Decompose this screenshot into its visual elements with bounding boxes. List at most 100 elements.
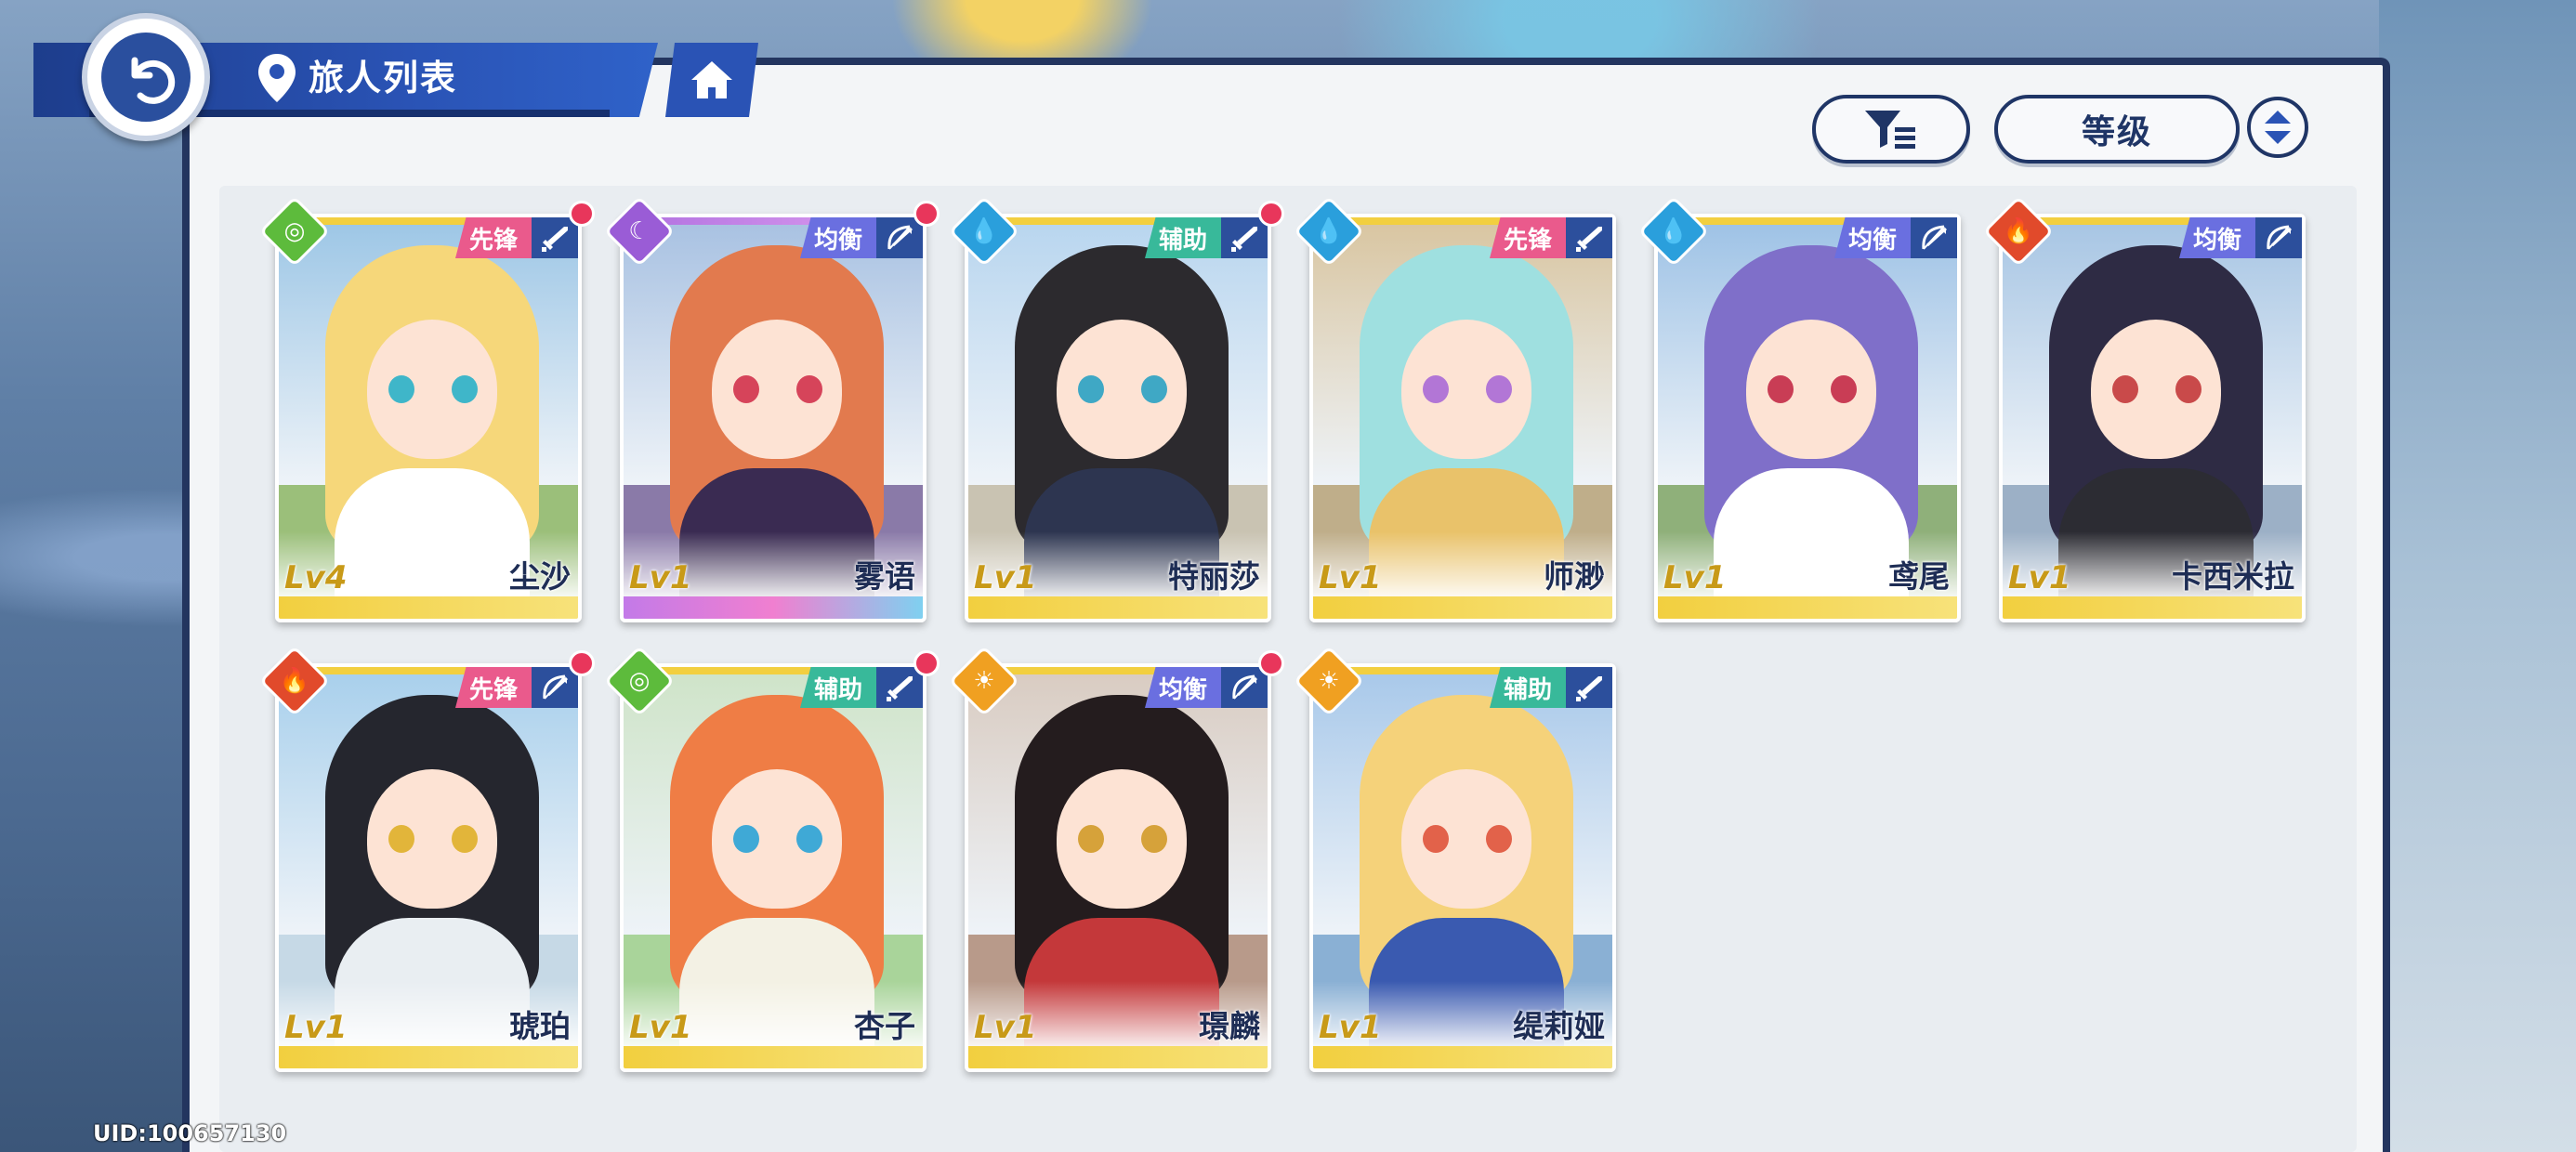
character-name: 杏子 — [854, 1008, 915, 1044]
character-name: 尘沙 — [509, 558, 571, 595]
sword-icon — [532, 217, 578, 258]
character-name: 璟麟 — [1199, 1008, 1260, 1044]
card-bottom-band — [968, 1046, 1268, 1068]
wind-element-icon: ◎ — [628, 667, 651, 695]
character-level: Lv1 — [629, 559, 692, 596]
role-badge: 先锋 — [455, 217, 532, 258]
portrait-eye — [1768, 375, 1794, 403]
portrait-eye — [452, 825, 478, 853]
portrait-eye — [796, 825, 822, 853]
wind-element-icon: ◎ — [283, 217, 306, 245]
portrait-eye — [733, 825, 759, 853]
role-badge: 均衡 — [1834, 217, 1911, 258]
portrait-face — [1057, 769, 1187, 909]
filter-icon — [1865, 111, 1915, 149]
sword-icon — [1566, 217, 1612, 258]
portrait-eye — [1141, 375, 1167, 403]
back-arrow-icon — [101, 33, 191, 122]
portrait-face — [367, 320, 497, 459]
notification-dot — [1258, 650, 1284, 676]
role-badge: 辅助 — [800, 667, 876, 708]
character-card[interactable]: Lv1 琥珀 🔥 先锋 — [258, 645, 595, 1072]
bow-icon — [1221, 667, 1268, 708]
character-card[interactable]: Lv1 缇莉娅 ☀ 辅助 — [1293, 645, 1616, 1072]
character-card[interactable]: Lv1 鸢尾 💧 均衡 — [1637, 195, 1961, 622]
light-element-icon: ☀ — [1318, 667, 1340, 695]
character-name: 琥珀 — [509, 1008, 571, 1044]
card-bottom-band — [624, 1046, 923, 1068]
portrait-eye — [796, 375, 822, 403]
portrait-face — [1746, 320, 1876, 459]
bow-icon — [532, 667, 578, 708]
portrait-eye — [2112, 375, 2138, 403]
character-level: Lv1 — [1663, 559, 1727, 596]
character-card[interactable]: Lv1 璟麟 ☀ 均衡 — [948, 645, 1284, 1072]
fire-element-icon: 🔥 — [2003, 217, 2034, 245]
character-name: 特丽莎 — [1168, 558, 1260, 595]
character-name: 缇莉娅 — [1513, 1008, 1605, 1044]
portrait-eye — [2175, 375, 2201, 403]
bow-icon — [1911, 217, 1957, 258]
water-element-icon: 💧 — [1313, 217, 1345, 245]
character-name: 鸢尾 — [1888, 558, 1950, 595]
role-badge: 先锋 — [455, 667, 532, 708]
notification-dot — [569, 650, 595, 676]
card-bottom-band — [2003, 596, 2302, 619]
notification-dot — [913, 650, 940, 676]
character-level: Lv1 — [284, 1009, 348, 1046]
portrait-face — [367, 769, 497, 909]
card-bottom-band — [1658, 596, 1957, 619]
sword-icon — [1221, 217, 1268, 258]
character-name: 师渺 — [1544, 558, 1605, 595]
character-level: Lv1 — [629, 1009, 692, 1046]
moon-element-icon: ☾ — [628, 217, 651, 245]
portrait-eye — [1423, 825, 1449, 853]
notification-dot — [1258, 201, 1284, 227]
home-icon — [691, 61, 732, 98]
card-bottom-band — [279, 1046, 578, 1068]
page-title: 旅人列表 — [309, 58, 458, 98]
portrait-eye — [388, 375, 414, 403]
character-level: Lv1 — [2008, 559, 2071, 596]
water-element-icon: 💧 — [968, 217, 1000, 245]
portrait-face — [712, 320, 842, 459]
character-card[interactable]: Lv1 雾语 ☾ 均衡 — [603, 195, 940, 622]
portrait-face — [1401, 320, 1531, 459]
portrait-face — [2091, 320, 2221, 459]
portrait-eye — [1486, 375, 1512, 403]
map-pin-icon — [256, 52, 297, 104]
portrait-eye — [1141, 825, 1167, 853]
card-bottom-band — [624, 596, 923, 619]
card-bottom-band — [1313, 1046, 1612, 1068]
card-bottom-band — [279, 596, 578, 619]
character-card[interactable]: Lv4 尘沙 ◎ 先锋 — [258, 195, 595, 622]
character-card[interactable]: Lv1 特丽莎 💧 辅助 — [948, 195, 1284, 622]
user-id: UID:100657130 — [93, 1120, 287, 1146]
portrait-eye — [1831, 375, 1857, 403]
bow-icon — [876, 217, 923, 258]
portrait-eye — [388, 825, 414, 853]
sword-icon — [876, 667, 923, 708]
portrait-eye — [1078, 375, 1104, 403]
role-badge: 辅助 — [1490, 667, 1566, 708]
home-button[interactable] — [665, 43, 758, 117]
character-level: Lv1 — [1319, 559, 1382, 596]
back-button[interactable] — [82, 13, 210, 141]
sort-order-button[interactable] — [2247, 97, 2308, 158]
portrait-eye — [1423, 375, 1449, 403]
filter-button[interactable] — [1812, 95, 1970, 164]
role-badge: 均衡 — [1145, 667, 1221, 708]
notification-dot — [913, 201, 940, 227]
character-level: Lv1 — [974, 559, 1037, 596]
character-level: Lv1 — [974, 1009, 1037, 1046]
sword-icon — [1566, 667, 1612, 708]
character-card[interactable]: Lv1 师渺 💧 先锋 — [1293, 195, 1616, 622]
sort-by-button[interactable]: 等级 — [1994, 95, 2240, 164]
character-card[interactable]: Lv1 卡西米拉 🔥 均衡 — [1982, 195, 2306, 622]
portrait-eye — [452, 375, 478, 403]
card-bottom-band — [1313, 596, 1612, 619]
character-card[interactable]: Lv1 杏子 ◎ 辅助 — [603, 645, 940, 1072]
character-name: 雾语 — [854, 558, 915, 595]
portrait-eye — [1486, 825, 1512, 853]
bow-icon — [2255, 217, 2302, 258]
